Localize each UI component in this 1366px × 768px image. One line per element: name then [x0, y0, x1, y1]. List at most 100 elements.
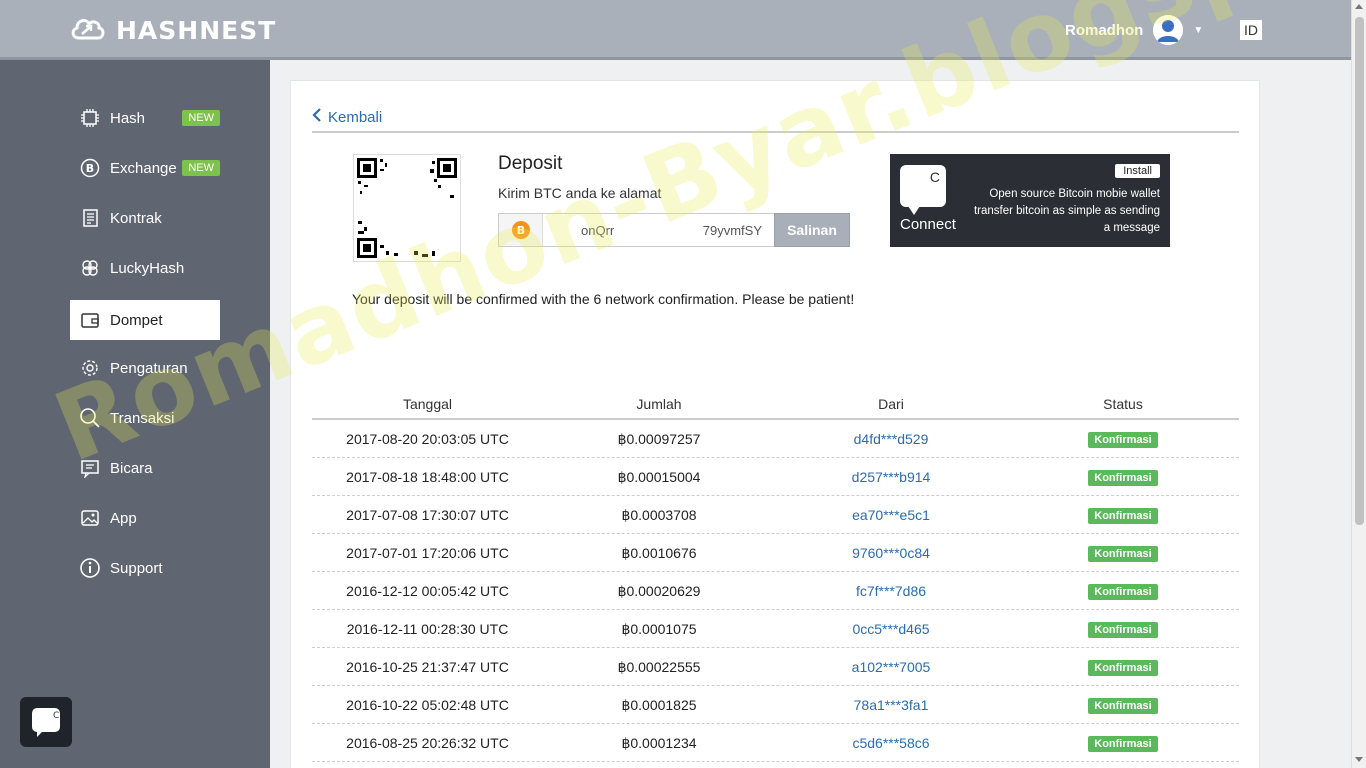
- row-from-link[interactable]: 9760***0c84: [775, 545, 1007, 561]
- table-row: 2016-12-11 00:28:30 UTC ฿0.0001075 0cc5*…: [312, 610, 1239, 648]
- avatar: [1153, 15, 1184, 45]
- deposit-subtitle: Kirim BTC anda ke alamat: [498, 185, 662, 201]
- sidebar-item-app[interactable]: App: [70, 498, 220, 538]
- row-amount: ฿0.00020629: [617, 583, 701, 599]
- row-from-link[interactable]: d4fd***d529: [775, 431, 1007, 447]
- status-badge: Konfirmasi: [1088, 660, 1158, 676]
- sidebar: Hash NEW B Exchange NEW Kontrak LuckyHas…: [0, 60, 270, 768]
- status-badge: Konfirmasi: [1088, 622, 1158, 638]
- install-button[interactable]: Install: [1115, 164, 1160, 178]
- row-from-link[interactable]: 0cc5***d465: [775, 621, 1007, 637]
- row-status: Konfirmasi: [1007, 582, 1239, 600]
- row-from-link[interactable]: ea70***e5c1: [775, 507, 1007, 523]
- row-date: 2016-10-22 05:02:48 UTC: [346, 697, 509, 713]
- row-amount: ฿0.0003708: [621, 507, 697, 523]
- table-row: 2016-12-12 00:05:42 UTC ฿0.00020629 fc7f…: [312, 572, 1239, 610]
- row-date: 2016-10-25 21:37:47 UTC: [346, 659, 509, 675]
- image-icon: [79, 507, 101, 529]
- user-name: Romadhon: [1065, 21, 1144, 39]
- chat-widget-letter: C: [53, 711, 59, 721]
- status-badge: Konfirmasi: [1088, 584, 1158, 600]
- status-badge: Konfirmasi: [1088, 508, 1158, 524]
- row-date: 2016-12-12 00:05:42 UTC: [346, 583, 509, 599]
- user-menu[interactable]: Romadhon ▼: [1065, 15, 1203, 45]
- sidebar-item-label: LuckyHash: [110, 259, 185, 277]
- row-status: Konfirmasi: [1007, 544, 1239, 562]
- sidebar-item-exchange[interactable]: B Exchange NEW: [70, 148, 220, 188]
- chevron-left-icon: [312, 108, 322, 126]
- sidebar-item-kontrak[interactable]: Kontrak: [70, 198, 220, 238]
- row-status: Konfirmasi: [1007, 430, 1239, 448]
- deposit-title: Deposit: [498, 153, 563, 174]
- sidebar-item-support[interactable]: Support: [70, 548, 220, 588]
- sidebar-item-hash[interactable]: Hash NEW: [70, 98, 220, 138]
- gear-icon: [79, 357, 101, 379]
- chat-bubble-icon: C: [32, 708, 60, 737]
- connect-logo: C: [900, 165, 946, 215]
- row-from-link[interactable]: 78a1***3fa1: [775, 697, 1007, 713]
- sidebar-item-label: Bicara: [110, 459, 153, 477]
- sidebar-item-label: Transaksi: [110, 409, 175, 427]
- language-switch[interactable]: ID: [1240, 20, 1262, 40]
- column-header-amount: Jumlah: [636, 396, 682, 412]
- status-badge: Konfirmasi: [1088, 432, 1158, 448]
- row-date: 2017-07-01 17:20:06 UTC: [346, 545, 509, 561]
- row-amount: ฿0.0010676: [621, 545, 697, 561]
- scrollbar[interactable]: [1351, 0, 1366, 768]
- clover-icon: [79, 257, 101, 279]
- address-start: onQrr: [581, 222, 615, 238]
- row-status: Konfirmasi: [1007, 620, 1239, 638]
- search-icon: [79, 407, 101, 429]
- bitcoin-icon: B: [499, 214, 543, 246]
- svg-text:B: B: [86, 162, 94, 175]
- row-from-link[interactable]: fc7f***7d86: [775, 583, 1007, 599]
- row-status: Konfirmasi: [1007, 696, 1239, 714]
- row-date: 2016-08-25 20:26:32 UTC: [346, 735, 509, 751]
- table-row: 2017-08-20 20:03:05 UTC ฿0.00097257 d4fd…: [312, 420, 1239, 458]
- sidebar-item-dompet[interactable]: Dompet: [70, 300, 220, 340]
- row-from-link[interactable]: a102***7005: [775, 659, 1007, 675]
- scroll-down-arrow-icon[interactable]: [1355, 757, 1363, 762]
- table-row: 2016-10-22 05:02:48 UTC ฿0.0001825 78a1*…: [312, 686, 1239, 724]
- scroll-up-arrow-icon[interactable]: [1355, 4, 1363, 9]
- row-from-link[interactable]: d257***b914: [775, 469, 1007, 485]
- row-status: Konfirmasi: [1007, 468, 1239, 486]
- row-status: Konfirmasi: [1007, 734, 1239, 752]
- row-status: Konfirmasi: [1007, 658, 1239, 676]
- table-row: 2017-08-18 18:48:00 UTC ฿0.00015004 d257…: [312, 458, 1239, 496]
- row-amount: ฿0.0001075: [621, 621, 697, 637]
- qr-code: [353, 154, 461, 262]
- deposit-address-field[interactable]: B onQrr 79yvmfSY: [498, 213, 775, 247]
- sidebar-item-label: Exchange: [110, 159, 177, 177]
- chat-widget-button[interactable]: C: [20, 697, 72, 747]
- ad-description: Open source Bitcoin mobie wallet transfe…: [973, 188, 1160, 234]
- scroll-thumb[interactable]: [1355, 17, 1364, 525]
- column-header-from: Dari: [878, 396, 904, 412]
- table-row: 2016-10-25 21:37:47 UTC ฿0.00022555 a102…: [312, 648, 1239, 686]
- logo-text: HASHNEST: [116, 16, 277, 45]
- info-icon: [79, 557, 101, 579]
- sidebar-item-label: Hash: [110, 109, 146, 127]
- chip-icon: [79, 107, 101, 129]
- status-badge: Konfirmasi: [1088, 546, 1158, 562]
- sidebar-item-label: Pengaturan: [110, 359, 188, 377]
- sidebar-item-bicara[interactable]: Bicara: [70, 448, 220, 488]
- sidebar-item-luckyhash[interactable]: LuckyHash: [70, 248, 220, 288]
- status-badge: Konfirmasi: [1088, 470, 1158, 486]
- row-amount: ฿0.0001234: [621, 735, 697, 751]
- sidebar-item-label: App: [110, 509, 137, 527]
- table-row: 2016-08-25 20:26:32 UTC ฿0.0001234 c5d6*…: [312, 724, 1239, 762]
- connect-wallet-ad[interactable]: C Connect Install Open source Bitcoin mo…: [890, 154, 1170, 247]
- copy-button[interactable]: Salinan: [774, 213, 850, 247]
- sidebar-item-transaksi[interactable]: Transaksi: [70, 398, 220, 438]
- hashnest-logo[interactable]: HASHNEST: [70, 14, 276, 47]
- row-from-link[interactable]: c5d6***58c6: [775, 735, 1007, 751]
- bitcoin-icon: B: [79, 157, 101, 179]
- table-header: Tanggal Jumlah Dari Status: [312, 395, 1239, 420]
- svg-text:B: B: [516, 224, 524, 237]
- connect-label: Connect: [900, 216, 956, 233]
- table-row: 2017-07-08 17:30:07 UTC ฿0.0003708 ea70*…: [312, 496, 1239, 534]
- sidebar-item-pengaturan[interactable]: Pengaturan: [70, 348, 220, 388]
- back-link[interactable]: Kembali: [312, 108, 382, 126]
- sidebar-item-label: Kontrak: [110, 209, 162, 227]
